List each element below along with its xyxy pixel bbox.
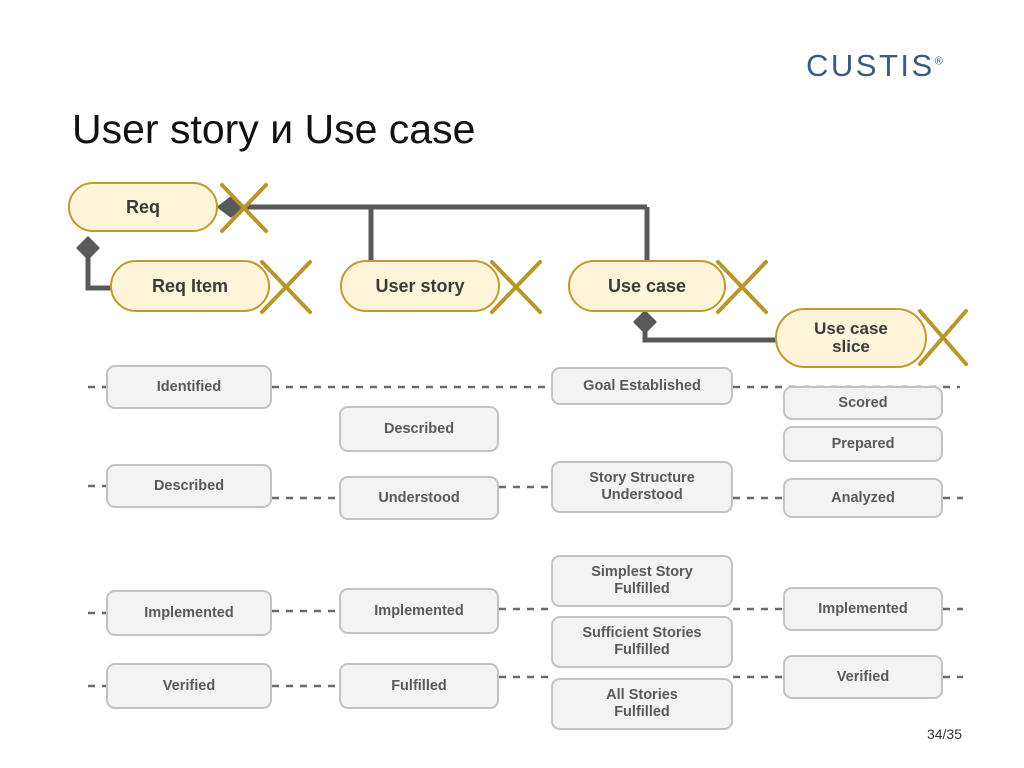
entity-node-user-story[interactable]: User story bbox=[340, 260, 500, 312]
state-box[interactable]: Implemented bbox=[783, 587, 943, 631]
state-box[interactable]: Implemented bbox=[339, 588, 499, 634]
state-box[interactable]: Fulfilled bbox=[339, 663, 499, 709]
entity-node-req[interactable]: Req bbox=[68, 182, 218, 232]
state-box[interactable]: Understood bbox=[339, 476, 499, 520]
state-box[interactable]: Story Structure Understood bbox=[551, 461, 733, 513]
state-box[interactable]: Prepared bbox=[783, 426, 943, 462]
state-box[interactable]: Verified bbox=[106, 663, 272, 709]
req-to-children-connector bbox=[243, 204, 650, 262]
custis-logo: CUSTIS® bbox=[806, 48, 943, 84]
state-box[interactable]: Analyzed bbox=[783, 478, 943, 518]
entity-node-use-case[interactable]: Use case bbox=[568, 260, 726, 312]
state-box[interactable]: Verified bbox=[783, 655, 943, 699]
state-box[interactable]: Described bbox=[339, 406, 499, 452]
usecase-to-slice-connector bbox=[642, 332, 782, 343]
brand-name: CUSTIS bbox=[806, 48, 935, 83]
reqitem-aggregation-diamond bbox=[76, 236, 100, 260]
usecase-slice-aggregation-diamond bbox=[633, 310, 657, 334]
page-number: 34/35 bbox=[926, 726, 962, 742]
state-box[interactable]: Simplest Story Fulfilled bbox=[551, 555, 733, 607]
state-box[interactable]: Implemented bbox=[106, 590, 272, 636]
page-title: User story и Use case bbox=[72, 106, 476, 152]
state-box[interactable]: Identified bbox=[106, 365, 272, 409]
registered-trademark-icon: ® bbox=[934, 55, 943, 68]
state-box[interactable]: Goal Established bbox=[551, 367, 733, 405]
state-box[interactable]: Scored bbox=[783, 386, 943, 420]
entity-node-use-case-slice[interactable]: Use case slice bbox=[775, 308, 927, 368]
state-box[interactable]: Described bbox=[106, 464, 272, 508]
state-box[interactable]: All Stories Fulfilled bbox=[551, 678, 733, 730]
state-box[interactable]: Sufficient Stories Fulfilled bbox=[551, 616, 733, 668]
req-aggregation-diamond bbox=[217, 196, 245, 218]
entity-node-req-item[interactable]: Req Item bbox=[110, 260, 270, 312]
